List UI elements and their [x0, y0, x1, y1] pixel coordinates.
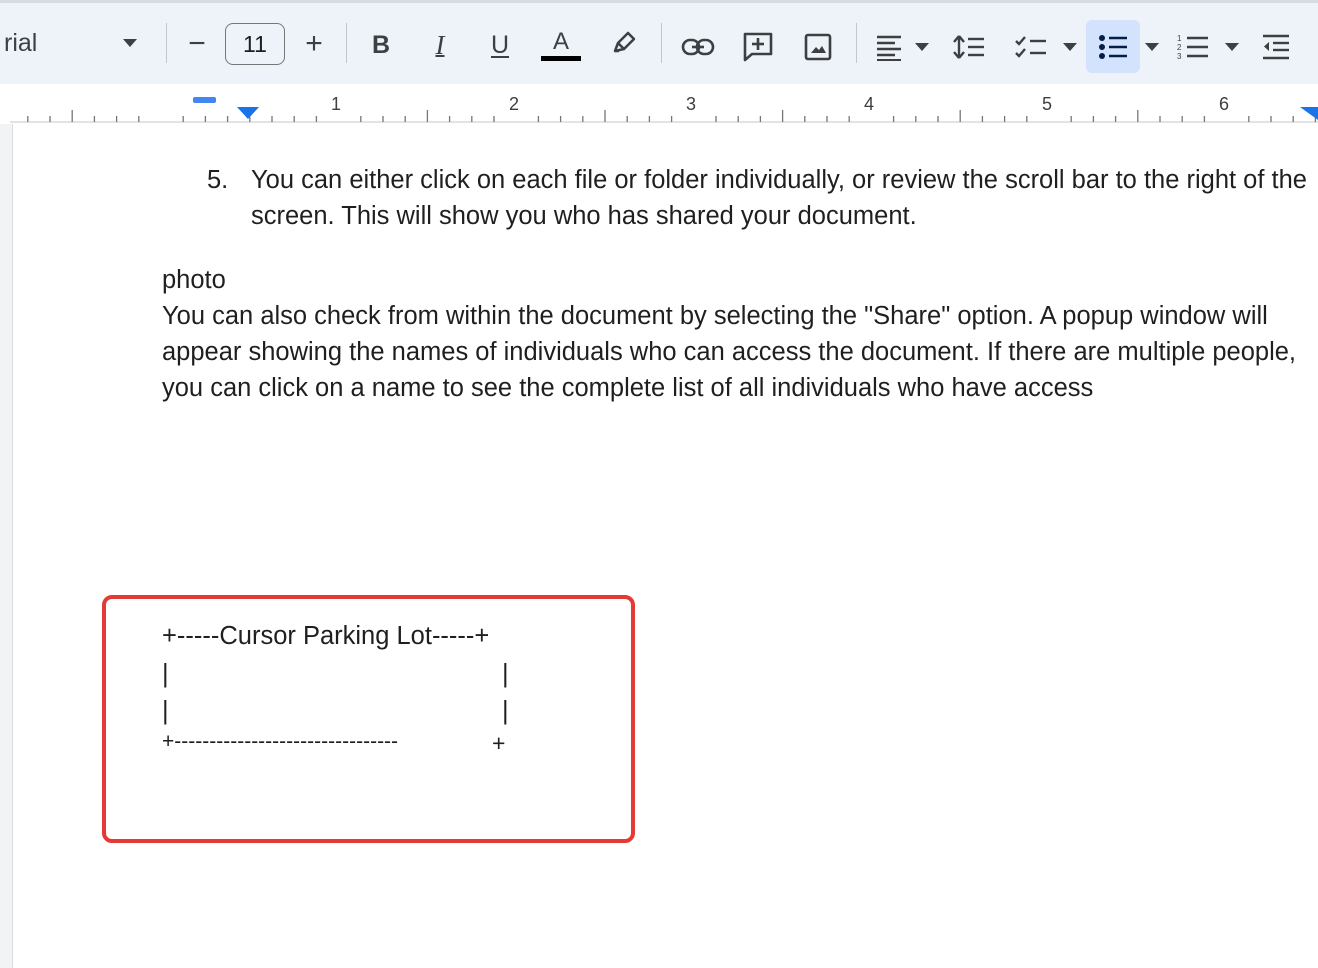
- numbered-list-dropdown-icon[interactable]: [1222, 29, 1242, 65]
- minus-icon: −: [188, 27, 206, 60]
- numbered-list-button[interactable]: 1 2 3: [1174, 29, 1212, 65]
- decrease-font-size-button[interactable]: −: [180, 23, 214, 65]
- ruler-number: 2: [509, 94, 520, 114]
- checklist-icon: [1015, 36, 1046, 58]
- line-spacing-button[interactable]: [950, 29, 988, 65]
- checklist-button[interactable]: [1012, 29, 1050, 65]
- toolbar-divider: [856, 23, 857, 63]
- toolbar-divider: [346, 23, 347, 63]
- ruler-number: 1: [331, 94, 342, 114]
- text-color-button[interactable]: A: [540, 21, 582, 67]
- align-button[interactable]: [872, 29, 906, 65]
- svg-text:3: 3: [1177, 52, 1182, 61]
- decrease-indent-icon: [1263, 34, 1289, 60]
- text-color-icon: A: [552, 27, 569, 55]
- align-dropdown-icon[interactable]: [912, 29, 932, 65]
- insert-image-button[interactable]: [800, 27, 836, 67]
- parking-lot-right-pipe: |: [502, 697, 509, 725]
- underline-icon: U: [490, 30, 510, 59]
- increase-font-size-button[interactable]: +: [297, 23, 331, 65]
- ruler-number: 4: [864, 94, 875, 114]
- add-comment-icon: [743, 32, 773, 62]
- list-item-text: You can either click on each file or fol…: [251, 166, 1307, 230]
- bold-icon: B: [371, 30, 391, 59]
- decrease-indent-button[interactable]: [1258, 29, 1294, 65]
- link-icon: [681, 38, 715, 56]
- plus-icon: +: [305, 27, 323, 60]
- italic-icon: I: [435, 29, 445, 60]
- ruler-number: 6: [1219, 94, 1230, 114]
- toolbar-divider: [661, 23, 662, 63]
- bulleted-list-button[interactable]: [1086, 20, 1140, 73]
- list-number: 5.: [207, 166, 229, 194]
- toolbar-divider: [166, 23, 167, 63]
- page-left-gutter: [0, 124, 13, 968]
- ruler-number: 5: [1042, 94, 1053, 114]
- bulleted-list-dropdown-icon[interactable]: [1142, 29, 1162, 65]
- underline-button[interactable]: U: [482, 23, 518, 67]
- photo-placeholder-text[interactable]: photo: [162, 262, 1312, 298]
- italic-button[interactable]: I: [422, 23, 458, 67]
- horizontal-ruler[interactable]: 1 2 3 4 5 6: [0, 84, 1318, 124]
- parking-lot-right-pipe: |: [502, 660, 509, 688]
- svg-text:2: 2: [1177, 43, 1182, 52]
- parking-lot-left-pipe: |: [162, 660, 169, 688]
- font-family-select[interactable]: rial: [0, 23, 120, 63]
- body-paragraph[interactable]: You can also check from within the docum…: [162, 298, 1312, 406]
- bulleted-list-icon: [1099, 34, 1127, 59]
- font-family-dropdown-icon[interactable]: [120, 23, 140, 63]
- text-color-swatch: [541, 55, 581, 61]
- insert-image-icon: [804, 33, 832, 61]
- add-comment-button[interactable]: [740, 27, 776, 67]
- insert-link-button[interactable]: [678, 27, 718, 67]
- svg-text:1: 1: [1177, 34, 1182, 43]
- parking-lot-bottom-border: +--------------------------------: [162, 730, 399, 753]
- line-spacing-icon: [953, 35, 984, 59]
- parking-lot-left-pipe: |: [162, 697, 169, 725]
- align-icon: [877, 35, 901, 61]
- bold-button[interactable]: B: [363, 23, 399, 67]
- pencil-icon: [613, 31, 636, 53]
- highlight-color-button[interactable]: [606, 25, 642, 61]
- formatting-toolbar: rial − 11 + B I U A 1 2 3: [0, 0, 1318, 84]
- numbered-list-icon: 1 2 3: [1177, 34, 1208, 61]
- font-size-input[interactable]: 11: [225, 23, 285, 65]
- ruler-number: 3: [686, 94, 697, 114]
- font-size-value: 11: [243, 30, 267, 57]
- ruler-ticks: [10, 97, 1318, 123]
- parking-lot-bottom-corner: +: [492, 730, 506, 756]
- checklist-dropdown-icon[interactable]: [1060, 29, 1080, 65]
- font-family-value: rial: [4, 28, 38, 57]
- parking-lot-top-border: +-----Cursor Parking Lot-----+: [162, 622, 490, 650]
